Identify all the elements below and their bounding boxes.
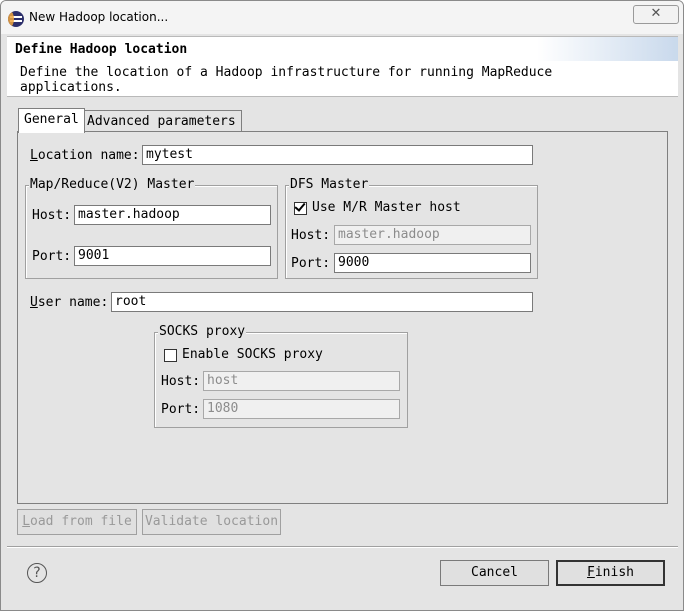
use-mr-master-host-label[interactable]: Use M/R Master host: [312, 200, 461, 215]
socks-proxy-group: SOCKS proxy Enable SOCKS proxy Host: hos…: [154, 324, 408, 428]
close-button[interactable]: ✕: [633, 5, 679, 24]
general-tab-panel: Location name: mytest Map/Reduce(V2) Mas…: [17, 131, 668, 504]
help-icon[interactable]: ?: [27, 563, 47, 583]
tab-general[interactable]: General: [18, 108, 85, 133]
footer-separator: [7, 546, 678, 548]
dfs-master-legend: DFS Master: [289, 177, 370, 192]
cancel-button[interactable]: Cancel: [440, 560, 549, 586]
mr-host-label: Host:: [32, 208, 72, 223]
mr-port-field[interactable]: 9001: [74, 246, 271, 266]
dialog-window: New Hadoop location... ✕ Define Hadoop l…: [0, 0, 684, 611]
header-banner-graphic: [537, 37, 678, 61]
location-name-label: Location name:: [30, 148, 140, 163]
finish-button[interactable]: Finish: [556, 560, 665, 586]
socks-host-label: Host:: [161, 374, 201, 389]
page-title: Define Hadoop location: [15, 42, 188, 57]
user-name-label: User name:: [30, 295, 109, 310]
tab-advanced-parameters[interactable]: Advanced parameters: [81, 110, 242, 133]
socks-port-field[interactable]: 1080: [203, 399, 400, 419]
socks-port-label: Port:: [161, 402, 201, 417]
mr-master-legend: Map/Reduce(V2) Master: [29, 177, 196, 192]
location-name-field[interactable]: mytest: [142, 145, 533, 165]
dfs-port-field[interactable]: 9000: [334, 253, 531, 273]
checkmark-icon: [294, 200, 306, 212]
load-from-file-button[interactable]: Load from file: [17, 509, 137, 535]
enable-socks-proxy-label[interactable]: Enable SOCKS proxy: [182, 347, 323, 362]
mr-port-label: Port:: [32, 249, 72, 264]
eclipse-app-icon: [8, 11, 24, 27]
dfs-port-label: Port:: [291, 256, 331, 271]
dfs-host-label: Host:: [291, 228, 331, 243]
title-bar[interactable]: New Hadoop location... ✕: [1, 1, 683, 34]
window-title: New Hadoop location...: [29, 10, 169, 24]
enable-socks-proxy-checkbox[interactable]: [164, 349, 177, 362]
mr-master-group: Map/Reduce(V2) Master Host: master.hadoo…: [25, 177, 278, 279]
socks-host-field[interactable]: host: [203, 371, 400, 391]
page-description: Define the location of a Hadoop infrastr…: [20, 65, 553, 95]
validate-location-button[interactable]: Validate location: [142, 509, 281, 535]
user-name-field[interactable]: root: [111, 292, 533, 312]
socks-proxy-legend: SOCKS proxy: [158, 324, 247, 339]
wizard-header: Define Hadoop location Define the locati…: [7, 36, 678, 97]
dfs-master-group: DFS Master Use M/R Master host Host: mas…: [285, 177, 538, 279]
use-mr-master-host-checkbox[interactable]: [294, 200, 307, 215]
mr-host-field[interactable]: master.hadoop: [74, 205, 271, 225]
dfs-host-field[interactable]: master.hadoop: [334, 225, 531, 245]
